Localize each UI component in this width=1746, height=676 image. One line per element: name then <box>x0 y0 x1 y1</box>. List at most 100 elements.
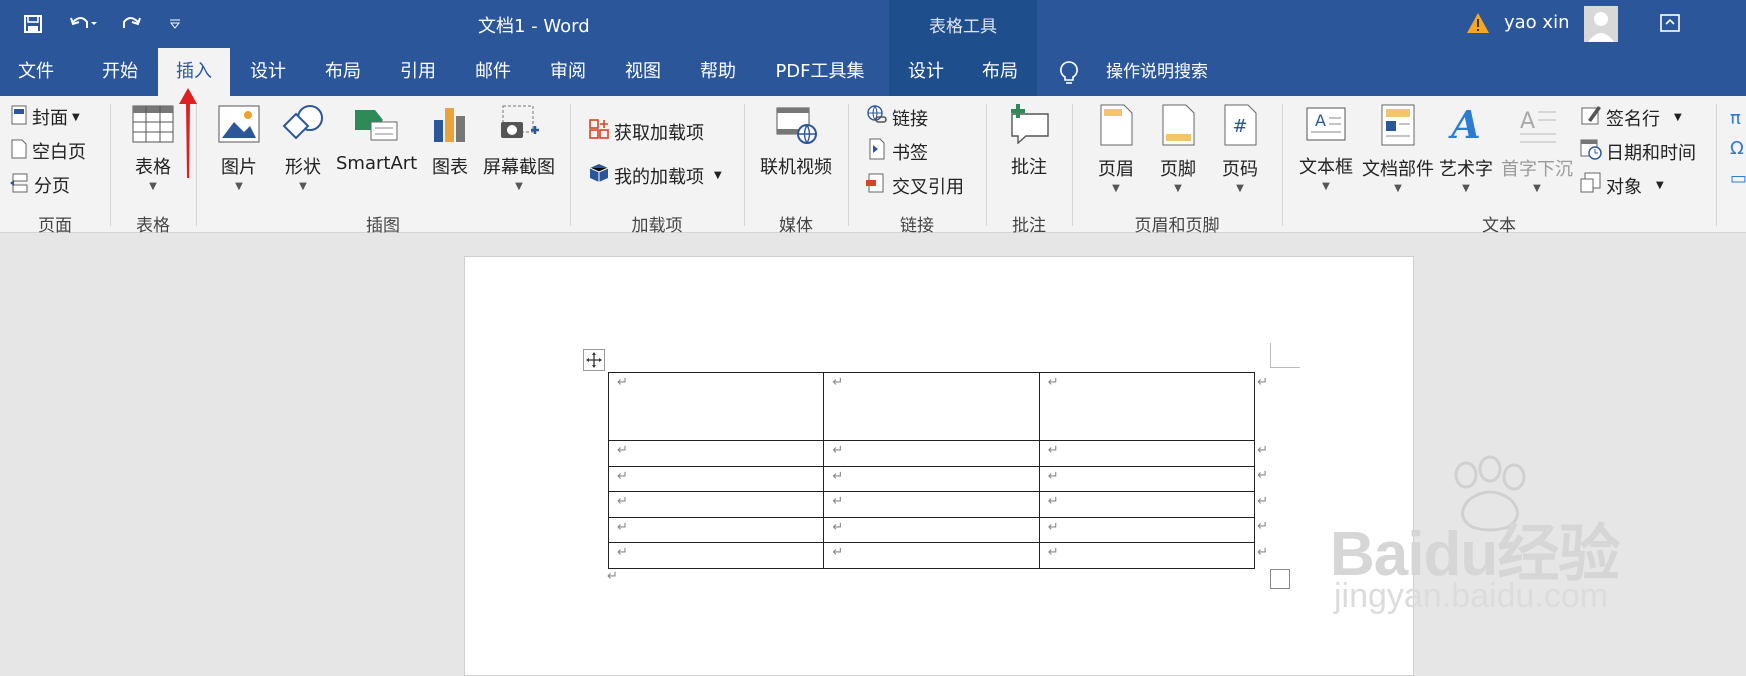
table-cell[interactable]: ↵ <box>607 491 825 518</box>
group-label-illustrations: 插图 <box>366 216 400 236</box>
quick-parts-button[interactable]: 文档部件 ▼ <box>1360 104 1436 194</box>
pictures-label: 图片 <box>221 157 257 178</box>
blank-page-label: 空白页 <box>32 142 86 163</box>
ribbon: 封面 ▼ 空白页 分页 页面 表格 ▼ 表格 图片 ▼ 形状 ▼ SmartArt… <box>0 88 1746 236</box>
insert-table-label: 表格 <box>135 157 171 178</box>
quick-parts-icon <box>1360 104 1436 151</box>
document-table[interactable]: ↵ ↵ ↵ ↵ ↵ ↵ ↵ ↵ ↵ ↵ ↵ ↵ ↵ ↵ ↵ ↵ ↵ ↵ ↵ ↵ ↵ ↵ ↵ ↵ <box>607 372 1271 569</box>
table-cell[interactable]: ↵ <box>823 440 1040 467</box>
signature-line-button[interactable]: 签名行 ▼ <box>1580 104 1682 131</box>
shapes-button[interactable]: 形状 ▼ <box>270 104 336 192</box>
tell-me-search[interactable]: 操作说明搜索 <box>1096 48 1218 96</box>
text-box-button[interactable]: A 文本框 ▼ <box>1290 104 1362 192</box>
blank-page-button[interactable]: 空白页 <box>10 138 86 164</box>
tab-review[interactable]: 审阅 <box>532 48 604 96</box>
group-separator <box>744 104 745 226</box>
footer-label: 页脚 <box>1160 159 1196 180</box>
object-label: 对象 <box>1606 176 1642 198</box>
customize-qat-icon[interactable] <box>165 10 185 38</box>
get-addins-button[interactable]: 获取加载项 <box>588 118 704 145</box>
table-move-handle-icon[interactable] <box>583 349 605 371</box>
user-name[interactable]: yao xin <box>1504 12 1569 33</box>
tab-references[interactable]: 引用 <box>382 48 454 96</box>
table-cell[interactable]: ↵ <box>1038 516 1256 543</box>
table-cell[interactable]: ↵ <box>607 372 825 441</box>
table-cell[interactable]: ↵ <box>823 516 1040 543</box>
pictures-button[interactable]: 图片 ▼ <box>206 104 272 192</box>
page-break-icon <box>10 173 30 198</box>
wordart-button[interactable]: A 艺术字 ▼ <box>1436 102 1496 194</box>
warning-icon[interactable] <box>1466 12 1490 38</box>
undo-icon[interactable] <box>60 10 106 38</box>
header-icon <box>1084 104 1148 151</box>
table-cell[interactable]: ↵ <box>1038 465 1256 492</box>
tab-view[interactable]: 视图 <box>607 48 679 96</box>
drop-cap-button[interactable]: A 首字下沉 ▼ <box>1498 104 1576 194</box>
tab-table-design[interactable]: 设计 <box>890 48 962 96</box>
screenshot-button[interactable]: 屏幕截图 ▼ <box>478 104 560 192</box>
page-number-button[interactable]: # 页码 ▼ <box>1208 104 1272 194</box>
redo-icon[interactable] <box>116 10 146 38</box>
page-break-button[interactable]: 分页 <box>10 172 70 198</box>
red-arrow-annotation <box>179 88 197 178</box>
group-label-text: 文本 <box>1482 216 1516 236</box>
chevron-down-icon: ▼ <box>1174 183 1182 194</box>
chart-button[interactable]: 图表 <box>420 104 480 179</box>
bookmark-button[interactable]: 书签 <box>866 138 928 165</box>
tab-home[interactable]: 开始 <box>84 48 156 96</box>
table-cell[interactable]: ↵ <box>823 465 1040 492</box>
document-page[interactable]: ↵ ↵ ↵ ↵ ↵ ↵ ↵ ↵ ↵ ↵ ↵ ↵ ↵ ↵ ↵ ↵ ↵ ↵ ↵ ↵ ↵ ↵ ↵ ↵ ↵ <box>464 256 1414 676</box>
table-cell[interactable]: ↵ <box>823 491 1040 518</box>
date-time-button[interactable]: 日期和时间 <box>1580 138 1696 165</box>
table-cell[interactable]: ↵ <box>607 542 825 569</box>
tab-design[interactable]: 设计 <box>232 48 304 96</box>
link-label: 链接 <box>892 108 928 130</box>
table-resize-handle[interactable] <box>1270 569 1290 589</box>
group-separator <box>110 104 111 226</box>
table-row: ↵ ↵ ↵ ↵ <box>607 440 1271 467</box>
row-end-mark: ↵ <box>1257 493 1268 509</box>
cover-page-button[interactable]: 封面 ▼ <box>10 104 80 130</box>
link-button[interactable]: 链接 <box>866 104 928 131</box>
cross-reference-icon <box>866 172 888 199</box>
row-end-mark: ↵ <box>1257 374 1268 390</box>
chevron-down-icon: ▼ <box>299 181 307 192</box>
header-button[interactable]: 页眉 ▼ <box>1084 104 1148 194</box>
footer-button[interactable]: 页脚 ▼ <box>1146 104 1210 194</box>
tab-layout[interactable]: 布局 <box>307 48 379 96</box>
tab-file[interactable]: 文件 <box>0 48 72 96</box>
row-end-mark: ↵ <box>1257 519 1268 534</box>
ribbon-display-icon[interactable] <box>1660 14 1680 36</box>
object-button[interactable]: 对象 ▼ <box>1580 172 1664 199</box>
table-cell[interactable]: ↵ <box>607 516 825 543</box>
chevron-down-icon: ▼ <box>1462 183 1470 194</box>
tab-pdf-tools[interactable]: PDF工具集 <box>764 48 876 96</box>
group-label-pages: 页面 <box>38 216 72 236</box>
cross-reference-button[interactable]: 交叉引用 <box>866 172 964 199</box>
table-cell[interactable]: ↵ <box>607 440 825 467</box>
group-label-links: 链接 <box>900 216 934 236</box>
smartart-button[interactable]: SmartArt <box>336 104 417 174</box>
chevron-down-icon: ▼ <box>1322 181 1330 192</box>
save-icon[interactable] <box>18 10 48 38</box>
table-cell[interactable]: ↵ <box>1038 440 1256 467</box>
table-cell[interactable]: ↵ <box>823 372 1040 441</box>
tab-mailings[interactable]: 邮件 <box>457 48 529 96</box>
table-cell[interactable]: ↵ <box>1038 491 1256 518</box>
table-cell[interactable]: ↵ <box>1038 372 1256 441</box>
tab-table-layout[interactable]: 布局 <box>964 48 1036 96</box>
table-row: ↵ ↵ ↵ ↵ <box>607 516 1271 543</box>
avatar[interactable] <box>1584 6 1618 42</box>
my-addins-button[interactable]: 我的加载项 ▼ <box>588 162 722 189</box>
table-cell[interactable]: ↵ <box>1038 542 1256 569</box>
online-video-button[interactable]: 联机视频 <box>756 104 836 179</box>
chevron-down-icon: ▼ <box>1112 183 1120 194</box>
drop-cap-label: 首字下沉 <box>1501 159 1573 180</box>
row-end-mark: ↵ <box>1257 442 1268 458</box>
table-cell[interactable]: ↵ <box>823 542 1040 569</box>
page-number-icon: # <box>1208 104 1272 151</box>
tab-help[interactable]: 帮助 <box>682 48 754 96</box>
new-comment-button[interactable]: 批注 <box>994 104 1064 179</box>
table-row: ↵ ↵ ↵ ↵ <box>607 542 1271 569</box>
table-cell[interactable]: ↵ <box>607 465 825 492</box>
